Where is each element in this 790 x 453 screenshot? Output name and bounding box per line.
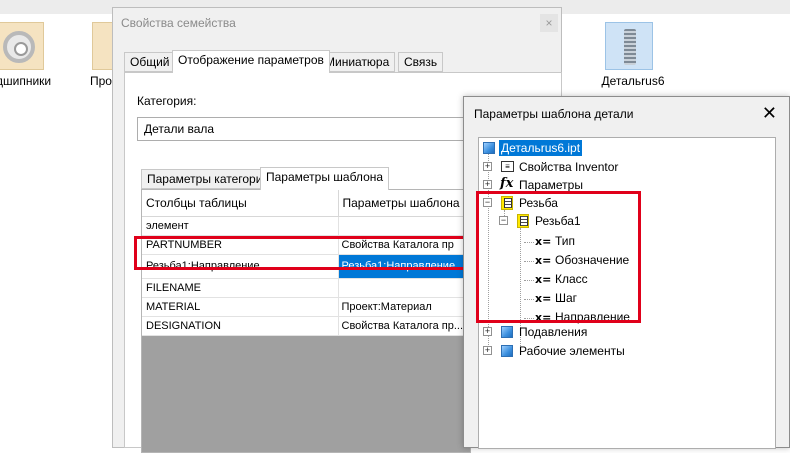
cube-icon [501,345,513,357]
subtab-category-params[interactable]: Параметры категории [141,169,276,189]
file-label-bearings[interactable]: дшипники [0,74,56,88]
bearing-icon[interactable] [0,22,44,70]
tree-node-label[interactable]: Подавления [519,324,587,340]
table-row[interactable]: DESIGNATION Свойства Каталога пр... [142,316,470,336]
table-row[interactable]: MATERIAL Проект:Материал [142,297,470,317]
tab-parameter-display[interactable]: Отображение параметров [172,50,330,73]
cube-icon [483,142,495,154]
bearing-ring-shape [3,31,35,63]
close-icon[interactable]: × [540,14,558,32]
dialog-title: Параметры шаблона детали [474,107,634,121]
expand-plus-icon[interactable]: + [483,180,492,189]
close-icon[interactable]: ✕ [762,101,777,125]
table-cell[interactable]: Проект:Материал [338,297,470,317]
tree-node-label[interactable]: Свойства Inventor [519,159,618,175]
subtab-template-params[interactable]: Параметры шаблона [260,167,390,190]
cube-icon [501,326,513,338]
file-label-part[interactable]: Детальrus6 [598,74,668,88]
table-cell[interactable] [338,216,470,236]
tree-root-label[interactable]: Детальrus6.ipt [499,140,583,156]
category-label: Категория: [137,94,197,108]
expand-plus-icon[interactable]: + [483,162,492,171]
table-cell[interactable] [338,278,470,298]
tab-thumbnail[interactable]: Миниатюра [319,52,396,72]
category-field[interactable]: Детали вала [137,117,497,141]
table-cell[interactable]: FILENAME [142,278,339,298]
tree-node-label[interactable]: Рабочие элементы [519,343,625,359]
column-header-template-params[interactable]: Параметры шаблона [338,190,470,217]
expand-plus-icon[interactable]: + [483,346,492,355]
highlight-frame-row [134,236,472,270]
table-header-row: Столбцы таблицы Параметры шаблона [142,190,470,217]
parameter-table: Столбцы таблицы Параметры шаблона элемен… [141,189,471,453]
table-row[interactable]: элемент [142,216,470,236]
fx-icon: fx [500,176,514,191]
properties-icon: ≡ [501,161,514,172]
table-cell[interactable]: MATERIAL [142,297,339,317]
highlight-frame-thread [476,191,641,323]
tab-general[interactable]: Общий [124,52,176,72]
table-cell[interactable]: DESIGNATION [142,316,339,336]
expand-plus-icon[interactable]: + [483,327,492,336]
table-row[interactable]: FILENAME [142,278,470,298]
column-header-table-columns[interactable]: Столбцы таблицы [142,190,339,217]
tab-link[interactable]: Связь [398,52,444,72]
bolt-part-icon[interactable] [605,22,653,70]
folder-icon[interactable] [92,22,114,70]
table-cell[interactable]: элемент [142,216,339,236]
bolt-shape [624,29,636,65]
dialog-title: Свойства семейства [121,16,236,30]
table-cell[interactable]: Свойства Каталога пр... [338,316,470,336]
